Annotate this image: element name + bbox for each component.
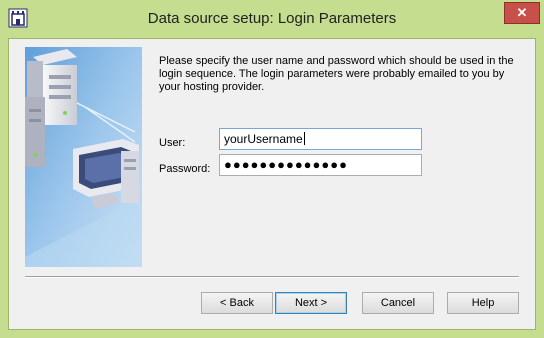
servers-computer-illustration	[25, 47, 142, 267]
dialog-client: Please specify the user name and passwor…	[8, 38, 536, 330]
password-label: Password:	[159, 163, 211, 175]
window-title: Data source setup: Login Parameters	[147, 10, 397, 27]
help-button[interactable]: Help	[447, 292, 519, 314]
title-bar[interactable]: Data source setup: Login Parameters ✕	[0, 0, 544, 38]
password-input-value: ●●●●●●●●●●●●●●	[224, 157, 348, 172]
instructions-text: Please specify the user name and passwor…	[159, 55, 514, 93]
cancel-button[interactable]: Cancel	[362, 292, 434, 314]
back-button[interactable]: < Back	[201, 292, 273, 314]
user-label: User:	[159, 137, 186, 149]
button-separator	[25, 276, 519, 278]
text-caret	[303, 132, 305, 145]
user-input[interactable]: yourUsername	[219, 128, 422, 150]
user-input-value: yourUsername	[224, 132, 303, 146]
password-input[interactable]: ●●●●●●●●●●●●●●	[219, 154, 422, 176]
close-icon: ✕	[516, 5, 528, 20]
next-button[interactable]: Next >	[275, 292, 347, 314]
wizard-window: Data source setup: Login Parameters ✕ Pl…	[0, 0, 544, 338]
close-button[interactable]: ✕	[504, 2, 540, 24]
